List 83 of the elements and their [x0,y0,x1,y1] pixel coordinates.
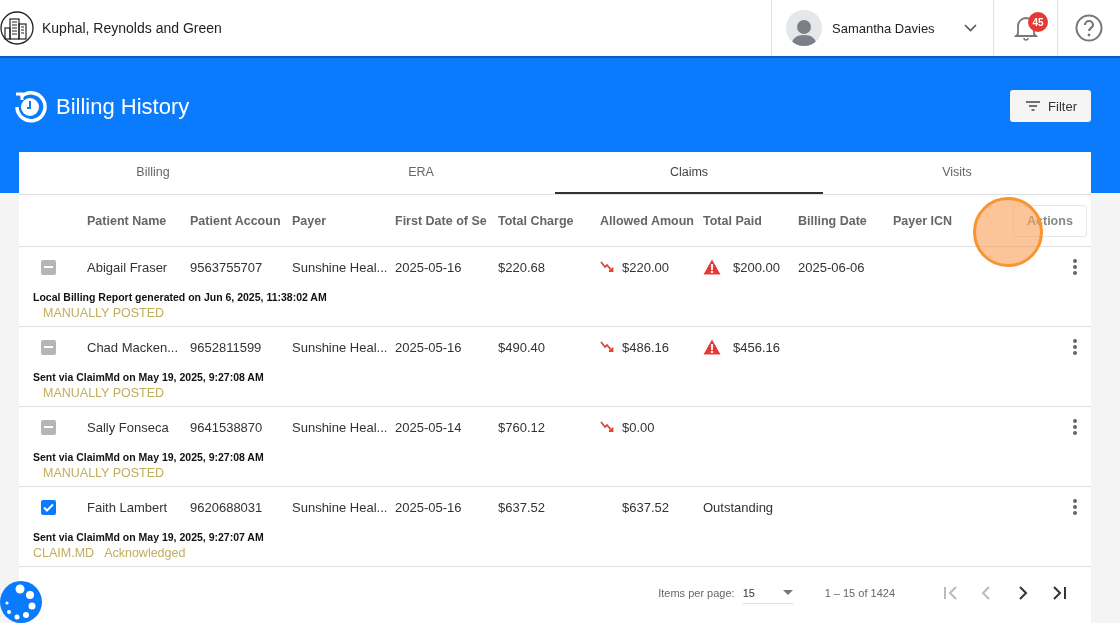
table-cell-text: Faith Lambert [87,499,169,515]
page-title: Billing History [56,94,190,120]
table-cell-text: Abigail Fraser [87,259,169,275]
trend-down-icon [600,261,614,273]
more-options-button[interactable] [1073,419,1077,435]
claim-note: Sent via ClaimMd on May 19, 2025, 9:27:08 AM [33,371,265,383]
table-cell-text: 2025-05-14 [395,419,463,435]
status-label: MANUALLY POSTED [43,386,165,400]
more-options-button[interactable] [1073,499,1077,515]
trend-down-icon [600,341,614,353]
table-cell-text: Sally Fonseca [87,419,170,435]
warning-icon [703,339,721,355]
column-header: Total Paid [703,213,763,228]
items-per-page-select[interactable]: 15 [742,582,793,604]
table-cell: $637.52 [622,499,669,515]
table-cell: $0.00 [622,419,655,435]
avatar-icon [786,10,822,46]
table-cell-text: Sunshine Heal... [292,419,389,435]
table-cell-text: Sunshine Heal... [292,259,389,275]
more-options-button[interactable] [1073,339,1077,355]
status-label: CLAIM.MD [33,546,95,560]
items-per-page-label: Items per page: [658,587,735,599]
company-name: Kuphal, Reynolds and Green [42,20,222,36]
warning-icon [703,259,721,275]
table-cell: $456.16 [733,339,780,355]
table-cell-text: 9620688031 [190,499,264,515]
more-vertical-icon [1073,499,1077,515]
last-page-icon [1050,584,1068,602]
table-cell: Outstanding [703,499,774,515]
user-name: Samantha Davies [832,20,936,36]
table-cell: $220.00 [622,259,669,275]
claim-note: Local Billing Report generated on Jun 6, 2025, 11:38:02 AM [33,291,328,303]
row-checkbox[interactable] [40,419,56,435]
first-page-icon [942,584,960,602]
table-cell-text: 9563755707 [190,259,264,275]
table-cell-text: 9652811599 [190,339,263,355]
user-menu[interactable]: Samantha Davies [771,0,993,56]
column-header: Payer ICN [893,213,954,228]
help-icon [1075,14,1103,42]
table-cell-text: $637.52 [498,499,546,515]
checkmark-icon [42,502,54,512]
table-cell-text: Chad Macken... [87,339,180,355]
claim-note: Sent via ClaimMd on May 19, 2025, 9:27:08 AM [33,451,265,463]
more-vertical-icon [1073,259,1077,275]
column-header: Patient Accoun [190,213,282,228]
claim-note: Sent via ClaimMd on May 19, 2025, 9:27:07 AM [33,531,265,543]
page-range: 1 – 15 of 1424 [824,587,895,599]
status-label: MANUALLY POSTED [43,466,165,480]
filter-icon [1026,101,1041,111]
trend-down-icon [600,421,614,433]
more-vertical-icon [1073,339,1077,355]
row-checkbox[interactable] [40,259,56,275]
table-cell-text: 2025-06-06 [798,259,866,275]
chevron-down-icon [964,24,977,32]
status-label: Acknowledged [104,546,186,560]
row-checkbox[interactable] [40,339,56,355]
table-cell-text: 2025-05-16 [395,259,463,275]
history-icon [13,90,47,124]
more-vertical-icon [1073,419,1077,435]
row-checkbox[interactable] [40,499,56,515]
table-cell-text: Sunshine Heal... [292,499,389,515]
table-cell: $200.00 [733,259,780,275]
column-header: Payer [292,213,328,228]
column-header: Total Charge [498,213,575,228]
help-widget-button[interactable] [0,581,42,623]
table-cell-text: 2025-05-16 [395,499,463,515]
column-header: Patient Name [87,213,168,228]
filter-button[interactable]: Filter [1010,90,1091,122]
column-header: Allowed Amoun [600,213,695,228]
table-cell-text: $220.68 [498,259,546,275]
notification-badge: 45 [1028,12,1048,32]
column-header: Billing Date [798,213,868,228]
table-cell: $486.16 [622,339,669,355]
table-cell-text: 2025-05-16 [395,339,463,355]
more-options-button[interactable] [1073,259,1077,275]
column-header: First Date of Se [395,213,488,228]
table-cell-text: 9641538870 [190,419,264,435]
table-cell-text: Sunshine Heal... [292,339,389,355]
dropdown-caret-icon [782,590,793,595]
building-logo-icon [0,11,34,45]
table-cell-text: $760.12 [498,419,546,435]
status-label: MANUALLY POSTED [43,306,165,320]
table-cell-text: $490.40 [498,339,546,355]
